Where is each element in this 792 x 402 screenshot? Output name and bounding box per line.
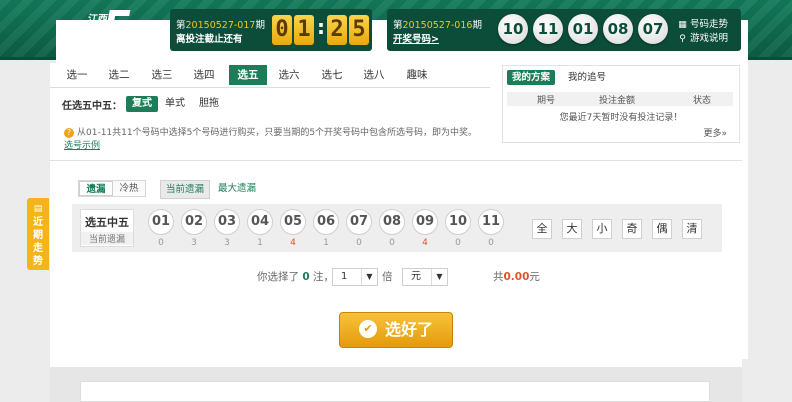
- total-amount: 共0.00元: [493, 271, 540, 283]
- question-icon: ?: [64, 128, 74, 138]
- miss-value: 3: [191, 238, 197, 248]
- number-ball-01[interactable]: 01: [148, 209, 174, 235]
- quick-odd-button[interactable]: 奇: [622, 219, 642, 239]
- selection-list: [80, 381, 710, 402]
- trend-link[interactable]: ▦ 号码走势: [678, 18, 728, 32]
- bet-count: 0: [302, 271, 310, 283]
- logo-five: 5: [102, 2, 133, 53]
- miss-value: 0: [389, 238, 395, 248]
- draw-numbers-link[interactable]: 开奖号码>: [393, 31, 439, 45]
- number-panel-label: 选五中五 当前遗漏: [80, 209, 134, 247]
- quick-even-button[interactable]: 偶: [652, 219, 672, 239]
- quick-clear-button[interactable]: 清: [682, 219, 702, 239]
- tab-xuan5[interactable]: 选五: [229, 65, 267, 85]
- miss-value: 3: [224, 238, 230, 248]
- miss-value: 4: [422, 238, 428, 248]
- subtab-label: 任选五中五：: [62, 101, 122, 112]
- selection-list-area: [50, 367, 742, 402]
- draw-ball: 01: [568, 14, 598, 44]
- tab-my-plans[interactable]: 我的方案: [507, 70, 556, 85]
- header-bar: 江西 11选 5 第20150527-017期 离投注截止还有 0 1 : 2 …: [0, 0, 792, 359]
- subtab-single[interactable]: 单式: [159, 96, 191, 112]
- draw-ball: 07: [638, 14, 668, 44]
- tab-xuan2[interactable]: 选二: [100, 65, 138, 85]
- recent-trend-tab[interactable]: ▤ 近 期 走 势: [27, 198, 49, 270]
- miss-toggle: 当前遗漏 最大遗漏: [160, 180, 280, 199]
- multiple-select[interactable]: 1 ▼: [332, 268, 378, 286]
- mode-toggle: 遗漏 冷热: [78, 180, 146, 197]
- tab-my-chase[interactable]: 我的追号: [563, 70, 611, 85]
- draw-ball: 11: [533, 14, 563, 44]
- countdown-label: 离投注截止还有: [176, 34, 243, 45]
- number-ball-10[interactable]: 10: [445, 209, 471, 235]
- tab-xuan3[interactable]: 选三: [143, 65, 181, 85]
- quick-big-button[interactable]: 大: [562, 219, 582, 239]
- tabs-divider: [50, 87, 490, 88]
- countdown-digit: 2: [327, 15, 347, 45]
- confirm-selection-button[interactable]: ✔ 选好了: [339, 312, 453, 348]
- times-label: 倍: [382, 271, 393, 283]
- number-ball-02[interactable]: 02: [181, 209, 207, 235]
- countdown-colon: :: [317, 15, 325, 39]
- example-link[interactable]: 选号示例: [64, 141, 100, 151]
- miss-value: 0: [158, 238, 164, 248]
- quick-small-button[interactable]: 小: [592, 219, 612, 239]
- section-divider: [50, 160, 742, 161]
- tab-xuan4[interactable]: 选四: [185, 65, 223, 85]
- unit-select[interactable]: 元 ▼: [402, 268, 448, 286]
- countdown-panel: 第20150527-017期 离投注截止还有 0 1 : 2 5: [170, 9, 372, 51]
- number-ball-03[interactable]: 03: [214, 209, 240, 235]
- empty-message: 您最近7天暂时没有投注记录！: [559, 113, 683, 123]
- my-plan-table-header: 期号 投注金额 状态: [507, 92, 733, 106]
- rules-link[interactable]: ⚲ 游戏说明: [678, 32, 728, 46]
- number-ball-07[interactable]: 07: [346, 209, 372, 235]
- number-ball-08[interactable]: 08: [379, 209, 405, 235]
- number-ball-05[interactable]: 05: [280, 209, 306, 235]
- miss-value: 0: [455, 238, 461, 248]
- list-icon: ▤: [33, 204, 43, 214]
- countdown-digit: 1: [294, 15, 314, 45]
- chevron-down-icon: ▼: [431, 269, 447, 285]
- number-ball-11[interactable]: 11: [478, 209, 504, 235]
- play-hint: ? 从01-11共11个号码中选择5个号码进行购买，只要当期的5个开奖号码中包含所…: [64, 128, 478, 151]
- tab-xuan1[interactable]: 选一: [58, 65, 96, 85]
- draw-ball: 08: [603, 14, 633, 44]
- my-plan-panel: 我的方案 我的追号 期号 投注金额 状态 您最近7天暂时没有投注记录！ 更多»: [502, 65, 740, 143]
- miss-value: 4: [290, 238, 296, 248]
- toggle-current-miss[interactable]: 当前遗漏: [160, 180, 210, 199]
- main-content: 选一 选二 选三 选四 选五 选六 选七 选八 趣味 任选五中五： 复式 单式 …: [50, 63, 742, 402]
- selection-summary: 你选择了 0 注，: [257, 271, 334, 283]
- chart-icon: ▦: [678, 20, 687, 30]
- game-logo[interactable]: 江西 11选 5: [54, 2, 748, 359]
- number-panel: 选五中五 当前遗漏 01 0 02 3 03 3 04 1 05 4 06 1 07 0 08 0 09 4 10 0…: [72, 204, 722, 252]
- number-ball-04[interactable]: 04: [247, 209, 273, 235]
- current-issue: 20150527-017: [185, 20, 256, 31]
- miss-value: 1: [257, 238, 263, 248]
- miss-value: 0: [356, 238, 362, 248]
- chevron-down-icon: ▼: [361, 269, 377, 285]
- toggle-hotcold[interactable]: 冷热: [113, 181, 145, 196]
- tab-xuan8[interactable]: 选八: [355, 65, 393, 85]
- countdown-digit: 5: [349, 15, 369, 45]
- quick-all-button[interactable]: 全: [532, 219, 552, 239]
- miss-value: 1: [323, 238, 329, 248]
- subtab-banker[interactable]: 胆拖: [193, 96, 225, 112]
- more-link[interactable]: 更多»: [703, 126, 727, 139]
- number-ball-06[interactable]: 06: [313, 209, 339, 235]
- last-issue: 20150527-016: [402, 20, 473, 31]
- number-ball-09[interactable]: 09: [412, 209, 438, 235]
- subtab-compound[interactable]: 复式: [126, 96, 158, 112]
- draw-ball: 10: [498, 14, 528, 44]
- toggle-max-miss[interactable]: 最大遗漏: [218, 180, 256, 197]
- tab-xuan7[interactable]: 选七: [313, 65, 351, 85]
- help-icon: ⚲: [679, 34, 686, 44]
- tab-fun[interactable]: 趣味: [398, 65, 436, 85]
- check-icon: ✔: [358, 319, 377, 338]
- header-links: ▦ 号码走势 ⚲ 游戏说明: [678, 18, 728, 46]
- tab-xuan6[interactable]: 选六: [270, 65, 308, 85]
- toggle-miss[interactable]: 遗漏: [79, 181, 113, 196]
- countdown-digit: 0: [272, 15, 292, 45]
- miss-value: 0: [488, 238, 494, 248]
